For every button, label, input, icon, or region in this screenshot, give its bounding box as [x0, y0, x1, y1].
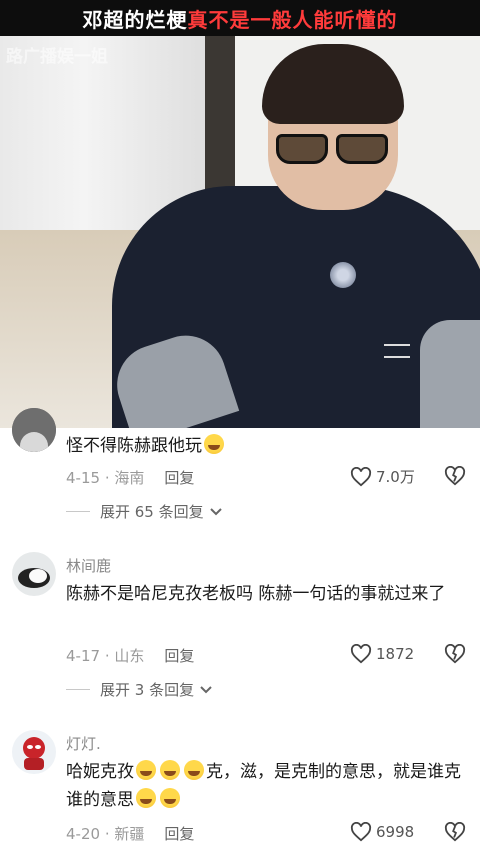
laughing-crying-emoji-icon: [136, 788, 156, 808]
dislike-button[interactable]: [444, 821, 466, 846]
comment-username[interactable]: 林间鹿: [66, 555, 111, 576]
video-player[interactable]: 路广播娱一姐 邓超的烂梗 真不是一般人能听懂的: [0, 0, 480, 428]
comment-text: 陈赫不是哈尼克孜老板吗 陈赫一句话的事就过来了: [66, 584, 446, 604]
broken-heart-icon: [444, 643, 466, 664]
like-count: 6998: [376, 823, 415, 841]
reply-button[interactable]: 回复: [164, 823, 194, 844]
reply-button[interactable]: 回复: [164, 467, 194, 488]
laughing-crying-emoji-icon: [136, 760, 156, 780]
avatar[interactable]: [12, 730, 56, 774]
like-button[interactable]: 6998: [350, 822, 414, 842]
comment-date: 4-17: [66, 647, 101, 665]
comment-meta: 4-15 · 海南 回复: [66, 467, 195, 488]
like-count: 7.0万: [376, 468, 415, 486]
sunglasses: [276, 132, 396, 166]
broken-heart-icon: [444, 821, 466, 842]
heart-icon: [350, 822, 372, 842]
video-watermark: 路广播娱一姐: [6, 47, 108, 67]
like-button[interactable]: 1872: [350, 644, 414, 664]
expand-replies-button[interactable]: 展开 65 条回复: [66, 501, 222, 522]
dislike-button[interactable]: [444, 465, 466, 490]
shirt-logo: [384, 344, 410, 358]
title-red-text: 真不是一般人能听懂的: [187, 7, 398, 32]
title-white-text: 邓超的烂梗: [82, 7, 188, 32]
laughing-crying-emoji-icon: [160, 760, 180, 780]
comment-meta: 4-20 · 新疆 回复: [66, 823, 195, 844]
comment-text: 哈妮克孜 克，滋，是克制的意思，就是谁克谁的意思: [66, 760, 461, 810]
lapel-mic: [330, 262, 356, 288]
chevron-down-icon: [200, 685, 212, 693]
laughing-crying-emoji-icon: [204, 434, 224, 454]
comment-date: 4-15: [66, 469, 101, 487]
avatar[interactable]: [12, 552, 56, 596]
laughing-crying-emoji-icon: [160, 788, 180, 808]
like-button[interactable]: 7.0万: [350, 466, 415, 487]
person-sleeve-right: [420, 320, 480, 428]
avatar[interactable]: [12, 408, 56, 452]
heart-icon: [350, 466, 372, 486]
laughing-crying-emoji-icon: [184, 760, 204, 780]
comment-username[interactable]: 灯灯.: [66, 733, 101, 754]
dislike-button[interactable]: [444, 643, 466, 668]
expand-replies-button[interactable]: 展开 3 条回复: [66, 679, 212, 700]
comment-location: 海南: [114, 469, 145, 487]
comment-text: 怪不得陈赫跟他玩: [66, 432, 466, 460]
broken-heart-icon: [444, 465, 466, 486]
comment-date: 4-20: [66, 825, 101, 843]
video-title-banner: 邓超的烂梗 真不是一般人能听懂的: [0, 0, 480, 36]
chevron-down-icon: [209, 507, 222, 515]
heart-icon: [350, 644, 372, 664]
comment-location: 新疆: [114, 825, 145, 843]
like-count: 1872: [376, 645, 415, 663]
comment-location: 山东: [114, 647, 145, 665]
comment-meta: 4-17 · 山东 回复: [66, 645, 195, 666]
reply-button[interactable]: 回复: [164, 645, 194, 666]
